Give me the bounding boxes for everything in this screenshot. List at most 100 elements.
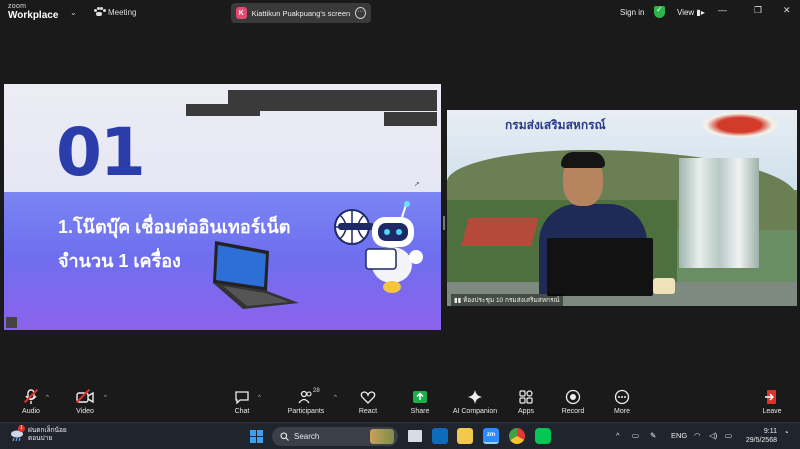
sharer-avatar: K <box>236 7 247 19</box>
task-view-icon[interactable] <box>408 430 422 442</box>
sparkle-icon <box>467 388 483 406</box>
weather-line-2: ตอนบ่าย <box>28 435 53 443</box>
share-label: Share <box>410 408 430 415</box>
audio-button[interactable]: Audio <box>6 388 56 415</box>
apps-label: Apps <box>518 408 534 415</box>
robot-illustration <box>334 201 423 293</box>
meeting-toolbar: Audio ^ Video ^ Chat ^ 28 Participants ^ <box>0 384 800 422</box>
rain-cloud-icon: 1 <box>10 425 25 442</box>
participant-name: ▮▮ ห้องประชุม 10 กรมส่งเสริมสหกรณ์ <box>451 294 563 306</box>
more-button[interactable]: More <box>597 388 647 415</box>
brand-main: Workplace <box>8 10 59 21</box>
ai-companion-button[interactable]: AI Companion <box>450 388 500 415</box>
share-button[interactable]: Share <box>395 388 445 415</box>
search-label: Search <box>294 432 320 441</box>
outlook-icon[interactable] <box>432 428 448 444</box>
line-app-icon[interactable] <box>535 428 551 444</box>
chevron-down-icon[interactable]: ⌄ <box>70 8 77 17</box>
more-icon <box>614 388 630 406</box>
screen-share-indicator[interactable]: K Kiattikun Puakpuang's screen ··· <box>231 3 371 23</box>
chat-options-caret-icon[interactable]: ^ <box>258 395 261 401</box>
more-label: More <box>614 408 630 415</box>
heart-icon <box>360 388 376 406</box>
apps-icon <box>518 388 534 406</box>
clock-time: 9:11 <box>763 428 777 435</box>
participant-name-text: ห้องประชุม 10 กรมส่งเสริมสหกรณ์ <box>462 297 560 304</box>
participants-button[interactable]: 28 Participants <box>281 388 331 415</box>
share-screen-icon <box>412 388 428 406</box>
wifi-icon[interactable]: ◠ <box>694 431 701 440</box>
microphone-muted-icon <box>24 388 38 406</box>
sign-in-link[interactable]: Sign in <box>620 8 644 17</box>
chrome-icon[interactable] <box>509 428 525 444</box>
tray-overflow-icon[interactable]: ^ <box>616 431 620 440</box>
react-button[interactable]: React <box>343 388 393 415</box>
sharer-label: Kiattikun Puakpuang's screen <box>251 8 351 18</box>
battery-icon[interactable]: ▭ <box>725 431 732 440</box>
pen-icon[interactable]: ✎ <box>650 431 656 440</box>
slide-line-1: 1.โน๊ตบุ๊ค เชื่อมต่ออินเทอร์เน็ต <box>58 217 291 237</box>
video-button[interactable]: Video <box>60 388 110 415</box>
record-button[interactable]: Record <box>548 388 598 415</box>
resize-handle[interactable] <box>443 216 445 230</box>
redacted-area <box>186 104 260 116</box>
record-label: Record <box>561 408 585 415</box>
mouse-cursor-icon: ➚ <box>414 181 420 188</box>
windows-start-icon[interactable] <box>250 430 263 443</box>
laptop-screen <box>547 238 653 296</box>
windows-taskbar: 1 ฝนตกเล็กน้อย ตอนบ่าย Search zm ^ ▭ ✎ E… <box>0 422 800 449</box>
search-icon <box>280 432 289 441</box>
minimize-icon[interactable]: — <box>718 5 727 15</box>
leave-button[interactable]: Leave <box>747 388 797 415</box>
chat-label: Chat <box>234 408 250 415</box>
taskbar-search[interactable]: Search <box>272 427 398 446</box>
shared-screen[interactable]: 01 1.โน๊ตบุ๊ค เชื่อมต่ออินเทอร์เน็ต จำนว… <box>4 84 441 330</box>
participants-label: Participants <box>287 408 325 415</box>
system-clock[interactable]: 9:11 29/5/2568 <box>743 427 777 445</box>
paw-icon <box>94 7 106 17</box>
camera-off-icon <box>76 388 94 406</box>
volume-icon[interactable]: ◁) <box>709 431 717 440</box>
video-options-caret-icon[interactable]: ^ <box>104 395 107 401</box>
view-button[interactable]: View ▮▸ <box>677 8 705 17</box>
search-highlight-image <box>370 429 394 444</box>
notification-bell-icon[interactable]: ◔ <box>784 428 789 437</box>
backdrop-banner: กรมส่งเสริมสหกรณ์ <box>505 118 606 132</box>
zoom-app-icon[interactable]: zm <box>483 428 499 444</box>
apps-button[interactable]: Apps <box>501 388 551 415</box>
maximize-icon[interactable]: ❐ <box>754 5 762 16</box>
participants-count: 28 <box>313 388 320 394</box>
title-bar: zoom Workplace ⌄ Meeting K Kiattikun Pua… <box>0 0 800 26</box>
security-shield-icon[interactable] <box>654 5 665 18</box>
react-label: React <box>358 408 378 415</box>
zoom-logo[interactable]: zoom Workplace <box>8 3 58 21</box>
printer-icon[interactable]: ▭ <box>632 431 639 440</box>
view-label: View <box>677 8 695 17</box>
participants-options-caret-icon[interactable]: ^ <box>334 395 337 401</box>
leave-door-icon <box>764 388 780 406</box>
file-explorer-icon[interactable] <box>457 428 473 444</box>
chat-button[interactable]: Chat <box>217 388 267 415</box>
audio-options-caret-icon[interactable]: ^ <box>46 395 49 401</box>
more-options-icon[interactable]: ··· <box>355 7 366 19</box>
video-label: Video <box>76 408 94 415</box>
zoom-window: zoom Workplace ⌄ Meeting K Kiattikun Pua… <box>0 0 800 449</box>
participant-video[interactable]: กรมส่งเสริมสหกรณ์ ▮▮ ห้องประชุม 10 กรมส่… <box>447 110 797 306</box>
meeting-menu[interactable]: Meeting <box>94 7 136 17</box>
backdrop-roof <box>461 218 539 246</box>
mug <box>653 278 675 294</box>
laptop-illustration <box>213 241 299 309</box>
close-icon[interactable]: ✕ <box>783 5 791 16</box>
chat-icon <box>234 388 250 406</box>
leave-label: Leave <box>762 408 782 415</box>
record-icon <box>565 388 581 406</box>
redacted-area <box>384 112 437 126</box>
weather-line-1: ฝนตกเล็กน้อย <box>28 427 67 434</box>
language-indicator[interactable]: ENG <box>671 431 687 440</box>
brand-small: zoom <box>8 3 27 10</box>
share-control-icon[interactable] <box>6 317 17 328</box>
weather-widget[interactable]: 1 ฝนตกเล็กน้อย ตอนบ่าย <box>10 425 67 443</box>
slide-line-2: จำนวน 1 เครื่อง <box>58 251 181 271</box>
ai-label: AI Companion <box>452 408 498 415</box>
slide-number: 01 <box>56 114 146 191</box>
